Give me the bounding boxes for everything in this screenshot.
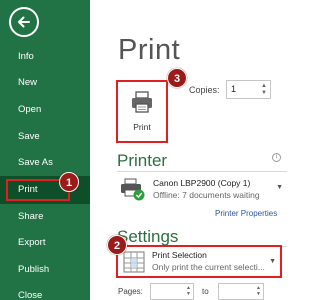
sidebar-item-save-as[interactable]: Save As xyxy=(0,151,90,175)
pages-from-input[interactable]: ▲ ▼ xyxy=(150,283,194,300)
page-title: Print xyxy=(118,34,181,66)
sidebar-item-save[interactable]: Save xyxy=(0,125,90,149)
back-button[interactable] xyxy=(9,7,39,37)
print-button[interactable]: Print xyxy=(116,80,168,143)
sidebar-item-open[interactable]: Open xyxy=(0,98,90,122)
print-what-description: Only print the current selecti... xyxy=(152,262,265,272)
pages-to-input[interactable]: ▲ ▼ xyxy=(218,283,264,300)
print-selection-icon xyxy=(123,251,145,273)
copies-value: 1 xyxy=(231,84,237,94)
pages-from-spin-icon[interactable]: ▲ ▼ xyxy=(186,285,191,297)
printer-name: Canon LBP2900 (Copy 1) xyxy=(153,178,251,188)
pages-to-spin-icon[interactable]: ▲ ▼ xyxy=(256,285,261,297)
sidebar-item-info[interactable]: Info xyxy=(0,45,90,69)
sidebar-item-new[interactable]: New xyxy=(0,71,90,95)
printer-section-title: Printer xyxy=(117,151,168,170)
print-button-label: Print xyxy=(133,122,151,132)
sidebar-item-publish[interactable]: Publish xyxy=(0,258,90,282)
to-label: to xyxy=(202,287,209,296)
pages-label: Pages: xyxy=(118,287,143,296)
printer-properties-link[interactable]: Printer Properties xyxy=(215,209,277,218)
copies-label: Copies: xyxy=(189,85,220,95)
info-icon[interactable]: i xyxy=(272,153,281,162)
chevron-down-icon[interactable]: ▼ xyxy=(269,258,276,265)
copies-spin-icon[interactable]: ▲ ▼ xyxy=(261,83,267,97)
printer-status: Offline: 7 documents waiting xyxy=(153,190,260,200)
back-arrow-icon xyxy=(18,16,30,28)
printer-icon xyxy=(132,91,152,113)
backstage-sidebar: Info New Open Save Save As Print Share E… xyxy=(0,0,90,300)
copies-stepper[interactable]: 1 ▲ ▼ xyxy=(226,80,271,99)
sidebar-item-share[interactable]: Share xyxy=(0,205,90,229)
callout-badge-3: 3 xyxy=(167,68,187,88)
chevron-down-icon[interactable]: ▼ xyxy=(276,184,283,191)
print-what-name: Print Selection xyxy=(152,250,207,260)
sidebar-item-close[interactable]: Close xyxy=(0,284,90,300)
printer-select[interactable]: Canon LBP2900 (Copy 1) Offline: 7 docume… xyxy=(117,174,287,206)
callout-badge-2: 2 xyxy=(107,235,127,255)
printer-status-icon xyxy=(121,178,145,201)
sidebar-item-export[interactable]: Export xyxy=(0,231,90,255)
print-what-select[interactable]: Print Selection Only print the current s… xyxy=(116,245,282,278)
printer-divider xyxy=(117,171,287,172)
callout-badge-1: 1 xyxy=(59,172,79,192)
